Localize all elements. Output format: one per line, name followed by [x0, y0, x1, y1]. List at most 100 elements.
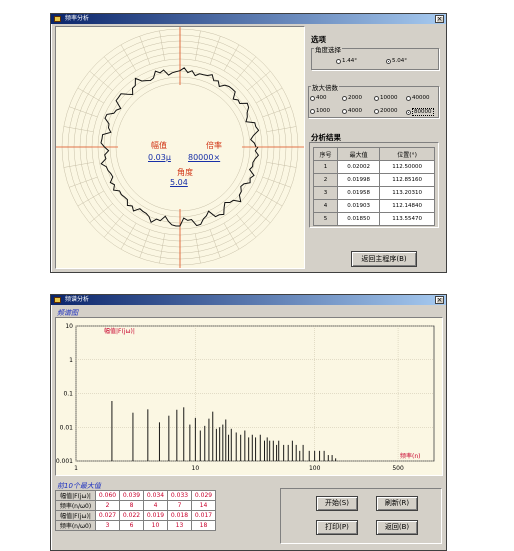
frequency-cell: 18	[191, 520, 216, 531]
y-tick-label: 0.1	[63, 391, 73, 398]
polar-value-amplitude: 0.03μ	[148, 153, 171, 162]
frequency-cell: 8	[119, 500, 144, 511]
header-position: 位置(°)	[379, 147, 435, 161]
magnification-option-label: 40000	[412, 95, 430, 101]
polar-grid-spoke	[77, 87, 104, 104]
radio-dot	[374, 95, 379, 101]
spectrum-titlebar: 频谱分析 ×	[51, 295, 446, 305]
polar-center	[118, 85, 242, 209]
top10-table: 幅值|F(jω)| 0.060 0.039 0.034 0.033 0.029 频率(n/…	[55, 490, 216, 531]
back-button[interactable]: 返回(B)	[376, 520, 418, 535]
polar-grid-spoke	[223, 44, 240, 71]
row-max-value: 0.01958	[336, 186, 381, 200]
polar-grid-spoke	[247, 203, 271, 224]
y-axis-label: 幅值|F(jω)|	[104, 327, 135, 335]
magnification-radio-400[interactable]: 400	[310, 95, 327, 101]
magnification-option-label: 1000	[316, 108, 330, 114]
row-index: 5	[313, 212, 338, 226]
polar-label-angle: 角度	[177, 168, 193, 177]
row-position: 112.14840	[379, 199, 435, 213]
header-max: 最大值	[336, 147, 381, 161]
polar-grid-spoke	[103, 214, 124, 238]
polar-grid-spoke	[195, 233, 201, 264]
results-row: 2 0.01998 112.85160	[313, 173, 435, 187]
radio-dot	[374, 108, 379, 114]
frequency-cell: 3	[95, 520, 120, 531]
spectrum-chart: 1010.10.010.0011 10 100 500幅值|F(jω)|频率(n)	[56, 323, 435, 472]
magnification-option-label: 4000	[348, 108, 362, 114]
magnification-radio-40000[interactable]: 40000	[406, 95, 430, 101]
polar-value-angle: 5.04	[170, 178, 188, 187]
frequency-cell: 13	[167, 520, 192, 531]
close-icon[interactable]: ×	[435, 296, 444, 304]
row-max-value: 0.01998	[336, 173, 381, 187]
magnification-radio-2000[interactable]: 2000	[342, 95, 362, 101]
angle-radio-2[interactable]: 5.04°	[386, 58, 407, 64]
polar-grid-spoke	[236, 56, 257, 80]
radio-dot	[406, 95, 411, 101]
amplitude-cell: 0.027	[95, 510, 120, 521]
magnification-option-label: 400	[316, 95, 327, 101]
angle-group-label: 角度选择	[314, 44, 342, 54]
angle-radio-1[interactable]: 1.44°	[336, 58, 357, 64]
y-tick-label: 1	[69, 357, 73, 364]
return-main-button[interactable]: 返回主程序(B)	[351, 251, 417, 267]
amplitude-cell: 0.022	[119, 510, 144, 521]
polar-grid-spoke	[159, 233, 165, 264]
results-row: 5 0.01850 113.55470	[313, 212, 435, 226]
refresh-button[interactable]: 刷新(R)	[376, 496, 418, 511]
polar-grid-spoke	[103, 56, 124, 80]
results-row: 3 0.01958 113.20310	[313, 186, 435, 200]
polar-grid-spoke	[63, 126, 94, 132]
polar-plot-panel: 幅值 倍率 0.03μ 80000× 角度 5.04	[55, 26, 305, 269]
magnification-option-label: 2000	[348, 95, 362, 101]
row-index: 2	[313, 173, 338, 187]
polar-grid-spoke	[195, 30, 201, 61]
magnification-radio-80000[interactable]: 80000	[406, 108, 434, 116]
row-label: 频率(n/ω0)	[55, 500, 96, 511]
amplitude-cell: 0.018	[167, 510, 192, 521]
polar-grid-spoke	[120, 223, 137, 250]
frequency-cell: 10	[143, 520, 168, 531]
row-position: 112.50000	[379, 160, 435, 174]
magnification-radio-10000[interactable]: 10000	[374, 95, 398, 101]
magnification-radio-20000[interactable]: 20000	[374, 108, 398, 114]
radio-dot	[342, 108, 347, 114]
polar-grid-spoke	[223, 223, 240, 250]
row-position: 112.85160	[379, 173, 435, 187]
print-button[interactable]: 打印(P)	[316, 520, 358, 535]
start-button[interactable]: 开始(S)	[316, 496, 358, 511]
row-index: 3	[313, 186, 338, 200]
frequency-cell: 2	[95, 500, 120, 511]
magnification-radio-1000[interactable]: 1000	[310, 108, 330, 114]
frequency-cell: 6	[119, 520, 144, 531]
roundness-window: 频率分析 × 幅值 倍率 0.03μ 80000× 角度 5.04 选项 角度选…	[50, 13, 447, 273]
polar-grid-spoke	[266, 126, 297, 132]
polar-grid-spoke	[77, 190, 104, 207]
frequency-cell: 7	[167, 500, 192, 511]
results-row: 1 0.02002 112.50000	[313, 160, 435, 174]
row-index: 4	[313, 199, 338, 213]
spectrum-window: 频谱分析 × 频谱图 10 1 0.1 0.01 0.001 1 10 100 500 幅值|F(…	[50, 294, 447, 551]
y-tick-label: 10	[65, 323, 73, 330]
magnification-option-label: 10000	[380, 95, 398, 101]
results-table: 序号 最大值 位置(°) 1 0.02002 112.50000 2 0.01998 11…	[313, 147, 435, 226]
y-tick-label: 0.01	[60, 424, 74, 431]
radio-dot	[406, 109, 411, 115]
results-header-row: 序号 最大值 位置(°)	[313, 147, 435, 161]
magnification-radio-4000[interactable]: 4000	[342, 108, 362, 114]
magnification-group-label: 放大倍数	[311, 82, 339, 92]
roundness-titlebar: 频率分析 ×	[51, 14, 446, 24]
polar-plot	[56, 27, 304, 268]
polar-grid-spoke	[256, 87, 283, 104]
angle-option-2: 5.04°	[392, 58, 407, 64]
amplitude-cell: 0.017	[191, 510, 216, 521]
polar-grid-spoke	[266, 162, 297, 168]
angle-option-1: 1.44°	[342, 58, 357, 64]
close-icon[interactable]: ×	[435, 15, 444, 23]
app-icon	[54, 16, 61, 22]
spectrum-title: 频谱分析	[65, 296, 90, 303]
radio-dot	[310, 95, 315, 101]
polar-value-magnification: 80000×	[188, 153, 221, 162]
radio-dot-selected	[386, 58, 391, 64]
